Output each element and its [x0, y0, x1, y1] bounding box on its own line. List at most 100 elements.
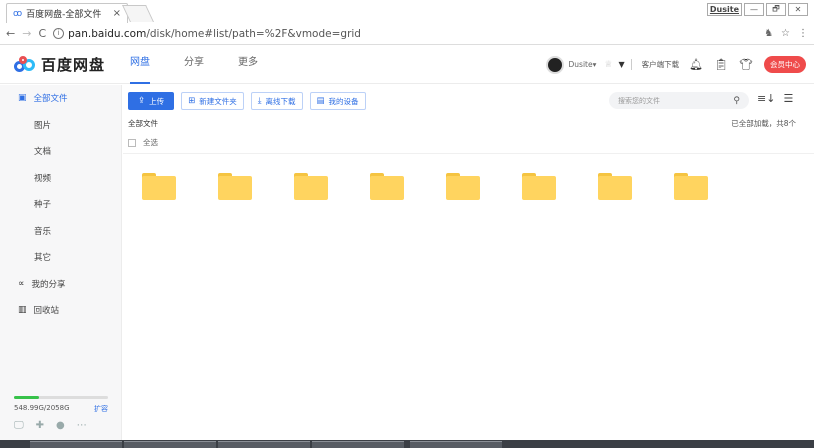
client-download-link[interactable]: 客户端下载: [642, 59, 680, 70]
minimize-icon[interactable]: —: [744, 3, 764, 16]
taskbar-item[interactable]: [30, 441, 122, 448]
view-controls: ≡↓ ☰: [757, 92, 793, 105]
folder-icon[interactable]: [294, 173, 328, 200]
folder-icon[interactable]: [522, 173, 556, 200]
offline-download-button[interactable]: ⤓ 离线下载: [250, 92, 303, 110]
sidebar-item-label: 图片: [34, 120, 52, 131]
header-right: Dusite▾ ♕ ▼ 客户端下载 🔔︎ 📋︎ 👕︎ 会员中心: [545, 55, 806, 74]
sidebar-item-music[interactable]: 音乐: [0, 218, 121, 245]
my-devices-button[interactable]: ▤ 我的设备: [309, 92, 366, 110]
trash-icon: ▥: [18, 305, 27, 316]
new-folder-icon: ⊞: [188, 96, 196, 106]
sort-icon[interactable]: ≡↓: [757, 92, 775, 105]
folder-icon[interactable]: [598, 173, 632, 200]
expand-storage-link[interactable]: 扩容: [94, 404, 108, 414]
device-icons: 🖵︎ ✚ ● ⋯: [14, 420, 87, 431]
sidebar-item-label: 回收站: [33, 306, 60, 317]
avatar[interactable]: [545, 55, 564, 74]
more-icon[interactable]: ⋯: [77, 420, 87, 431]
sidebar-item-documents[interactable]: 文档: [0, 138, 121, 165]
sidebar: ▣ 全部文件 图片 文档 视频 种子 音乐 其它 ∝ 我的分享 ▥ 回收站 54…: [0, 85, 122, 440]
divider: [123, 153, 814, 154]
search-input[interactable]: [618, 96, 728, 105]
member-center-button[interactable]: 会员中心: [764, 56, 806, 73]
browser-menu-icon[interactable]: ⋮: [798, 28, 808, 39]
folder-grid: [142, 173, 708, 200]
window-close-icon[interactable]: ✕: [788, 3, 808, 16]
upload-label: 上传: [149, 96, 165, 106]
taskbar-item[interactable]: [124, 441, 216, 448]
select-all-label: 全选: [143, 138, 158, 147]
offline-download-label: 离线下载: [265, 96, 296, 106]
upload-button[interactable]: ⇪ 上传: [128, 92, 175, 110]
logo-text: 百度网盘: [41, 56, 106, 74]
taskbar-item[interactable]: [410, 441, 502, 448]
tshirt-skin-icon[interactable]: 👕︎: [739, 58, 753, 71]
folder-icon[interactable]: [674, 173, 708, 200]
taskbar-item[interactable]: [312, 441, 404, 448]
search-icon[interactable]: ⚲: [733, 96, 740, 106]
browser-tab[interactable]: ꝏ 百度网盘-全部文件 ×: [6, 3, 128, 23]
bell-icon[interactable]: 🔔︎: [689, 58, 703, 71]
folder-icon[interactable]: [446, 173, 480, 200]
sidebar-item-label: 全部文件: [33, 94, 68, 105]
window-controls: Dusite — 🗗 ✕: [706, 3, 808, 16]
extension-icon[interactable]: ♞: [764, 28, 773, 39]
clipboard-icon[interactable]: 📋︎: [714, 58, 728, 71]
sidebar-item-torrents[interactable]: 种子: [0, 191, 121, 218]
upload-icon: ⇪: [138, 96, 146, 106]
apple-icon[interactable]: ●: [56, 420, 65, 431]
header-divider: [630, 59, 632, 70]
storage-quota-fill: [14, 396, 40, 399]
browser-profile-button[interactable]: Dusite: [706, 3, 742, 16]
maximize-icon[interactable]: 🗗: [766, 3, 786, 16]
reload-icon[interactable]: C: [38, 27, 46, 40]
android-icon[interactable]: ✚: [36, 420, 44, 431]
back-icon[interactable]: ←: [6, 27, 15, 40]
new-folder-label: 新建文件夹: [199, 96, 237, 106]
url-field[interactable]: i pan.baidu.com /disk/home#list/path=%2F…: [53, 28, 764, 40]
folder-icon[interactable]: [142, 173, 176, 200]
tab-close-icon[interactable]: ×: [113, 8, 121, 19]
list-view-icon[interactable]: ☰: [783, 92, 793, 105]
site-info-icon[interactable]: i: [53, 28, 65, 39]
nav-netdisk[interactable]: 网盘: [130, 46, 150, 84]
sidebar-item-recycle-bin[interactable]: ▥ 回收站: [0, 297, 121, 324]
username[interactable]: Dusite▾: [569, 60, 597, 69]
sidebar-item-images[interactable]: 图片: [0, 112, 121, 139]
sidebar-item-other[interactable]: 其它: [0, 244, 121, 271]
sidebar-item-label: 种子: [34, 200, 52, 211]
os-taskbar: [0, 440, 814, 448]
sidebar-item-videos[interactable]: 视频: [0, 165, 121, 192]
forward-icon[interactable]: →: [22, 27, 31, 40]
sidebar-item-label: 其它: [34, 253, 52, 264]
desktop-icon[interactable]: 🖵︎: [14, 420, 24, 431]
nav-more[interactable]: 更多: [238, 46, 258, 84]
sidebar-item-label: 音乐: [34, 226, 52, 237]
sidebar-item-label: 视频: [34, 173, 52, 184]
site-header: 百度网盘 网盘 分享 更多 Dusite▾ ♕ ▼ 客户端下载 🔔︎ 📋︎ 👕︎…: [0, 46, 814, 84]
breadcrumb[interactable]: 全部文件: [128, 118, 158, 129]
sidebar-item-label: 文档: [34, 147, 52, 158]
vip-badge-icon[interactable]: ♕: [604, 60, 612, 70]
select-all-checkbox[interactable]: [128, 138, 136, 147]
sidebar-item-my-shares[interactable]: ∝ 我的分享: [0, 271, 121, 298]
baidu-pan-logo[interactable]: 百度网盘: [14, 54, 120, 75]
nav-share[interactable]: 分享: [184, 46, 204, 84]
url-path: /disk/home#list/path=%2F&vmode=grid: [146, 27, 361, 40]
new-folder-button[interactable]: ⊞ 新建文件夹: [181, 92, 244, 110]
bookmark-star-icon[interactable]: ☆: [781, 28, 790, 39]
search-box: ⚲: [609, 92, 749, 109]
folder-icon[interactable]: [218, 173, 252, 200]
taskbar-item[interactable]: [218, 441, 310, 448]
file-toolbar: ⇪ 上传 ⊞ 新建文件夹 ⤓ 离线下载 ▤ 我的设备: [128, 92, 366, 110]
browser-tab-bar: ꝏ 百度网盘-全部文件 × Dusite — 🗗 ✕: [0, 0, 814, 23]
loaded-status: 已全部加载，共8个: [731, 119, 796, 128]
chevron-down-icon[interactable]: ▼: [618, 60, 624, 69]
select-all[interactable]: 全选: [128, 137, 158, 148]
folder-icon[interactable]: [370, 173, 404, 200]
address-bar: ← → C i pan.baidu.com /disk/home#list/pa…: [0, 23, 814, 45]
device-icon: ▤: [316, 96, 325, 106]
sidebar-item-all-files[interactable]: ▣ 全部文件: [0, 85, 121, 112]
my-devices-label: 我的设备: [328, 96, 359, 106]
